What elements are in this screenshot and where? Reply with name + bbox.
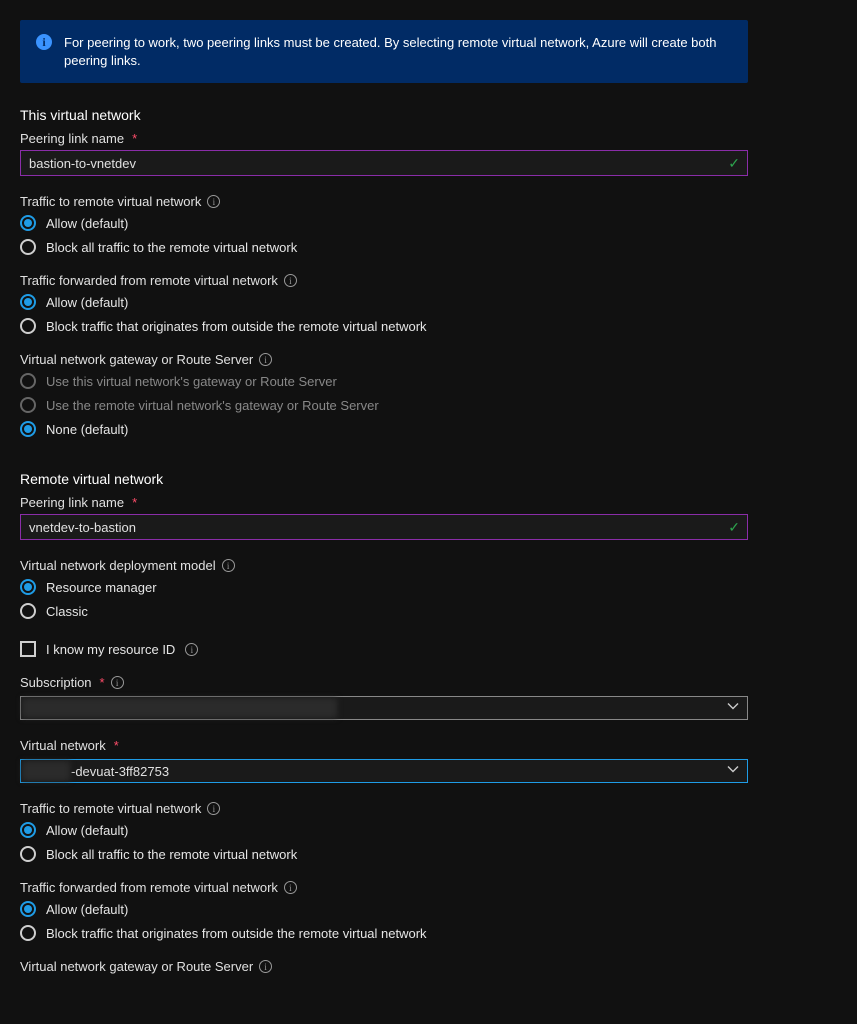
radio-icon (20, 373, 36, 389)
radio-label: Use this virtual network's gateway or Ro… (46, 374, 337, 389)
radio-label: Allow (default) (46, 823, 128, 838)
info-icon: i (36, 34, 52, 50)
label-subscription-text: Subscription (20, 675, 92, 690)
checkbox-know-resource-id[interactable]: I know my resource ID i (20, 641, 837, 657)
required-asterisk: * (132, 495, 137, 510)
label-peering-link-this-text: Peering link name (20, 131, 124, 146)
label-traffic-fwd-remote-text: Traffic forwarded from remote virtual ne… (20, 880, 278, 895)
help-icon[interactable]: i (259, 960, 272, 973)
redacted-region (22, 698, 337, 718)
section-remote-vnet-title: Remote virtual network (20, 471, 837, 487)
required-asterisk: * (132, 131, 137, 146)
help-icon[interactable]: i (111, 676, 124, 689)
help-icon[interactable]: i (284, 881, 297, 894)
radio-gateway-this-use-remote: Use the remote virtual network's gateway… (20, 397, 837, 413)
redacted-region (22, 761, 70, 781)
checkbox-label: I know my resource ID (46, 642, 175, 657)
dropdown-subscription[interactable] (20, 696, 748, 720)
radio-deploy-rm[interactable]: Resource manager (20, 579, 837, 595)
radio-label: Block traffic that originates from outsi… (46, 926, 427, 941)
label-deploy-model-text: Virtual network deployment model (20, 558, 216, 573)
input-peering-link-this[interactable] (20, 150, 748, 176)
radio-label: Block all traffic to the remote virtual … (46, 847, 297, 862)
label-peering-link-this: Peering link name * (20, 131, 837, 146)
dropdown-virtual-network[interactable]: -devuat-3ff82753 (20, 759, 748, 783)
radio-icon (20, 603, 36, 619)
radio-icon (20, 822, 36, 838)
label-subscription: Subscription * i (20, 675, 837, 690)
radio-label: Block all traffic to the remote virtual … (46, 240, 297, 255)
checkbox-icon (20, 641, 36, 657)
radio-label: Allow (default) (46, 902, 128, 917)
label-peering-link-remote-text: Peering link name (20, 495, 124, 510)
radio-label: Allow (default) (46, 216, 128, 231)
radio-traffic-to-remote-block[interactable]: Block all traffic to the remote virtual … (20, 846, 837, 862)
radio-icon (20, 579, 36, 595)
radio-icon (20, 239, 36, 255)
label-traffic-fwd-remote: Traffic forwarded from remote virtual ne… (20, 880, 837, 895)
radio-icon (20, 294, 36, 310)
section-this-vnet-title: This virtual network (20, 107, 837, 123)
help-icon[interactable]: i (185, 643, 198, 656)
radio-icon (20, 925, 36, 941)
radio-label: Use the remote virtual network's gateway… (46, 398, 379, 413)
radio-icon (20, 397, 36, 413)
required-asterisk: * (114, 738, 119, 753)
radio-deploy-classic[interactable]: Classic (20, 603, 837, 619)
label-deploy-model: Virtual network deployment model i (20, 558, 837, 573)
label-traffic-fwd-this-text: Traffic forwarded from remote virtual ne… (20, 273, 278, 288)
radio-icon (20, 421, 36, 437)
radio-traffic-fwd-remote-allow[interactable]: Allow (default) (20, 901, 837, 917)
label-traffic-to-this-text: Traffic to remote virtual network (20, 194, 201, 209)
label-gateway-remote-text: Virtual network gateway or Route Server (20, 959, 253, 974)
radio-label: Resource manager (46, 580, 157, 595)
radio-gateway-this-use-this: Use this virtual network's gateway or Ro… (20, 373, 837, 389)
help-icon[interactable]: i (284, 274, 297, 287)
radio-label: Allow (default) (46, 295, 128, 310)
radio-icon (20, 318, 36, 334)
label-gateway-this: Virtual network gateway or Route Server … (20, 352, 837, 367)
label-traffic-fwd-this: Traffic forwarded from remote virtual ne… (20, 273, 837, 288)
radio-label: Classic (46, 604, 88, 619)
label-gateway-remote: Virtual network gateway or Route Server … (20, 959, 837, 974)
radio-gateway-this-none[interactable]: None (default) (20, 421, 837, 437)
label-peering-link-remote: Peering link name * (20, 495, 837, 510)
required-asterisk: * (100, 675, 105, 690)
radio-icon (20, 215, 36, 231)
label-traffic-to-this: Traffic to remote virtual network i (20, 194, 837, 209)
dropdown-value: -devuat-3ff82753 (71, 764, 169, 779)
info-banner: i For peering to work, two peering links… (20, 20, 748, 83)
help-icon[interactable]: i (207, 802, 220, 815)
radio-traffic-fwd-remote-block[interactable]: Block traffic that originates from outsi… (20, 925, 837, 941)
radio-traffic-fwd-this-block[interactable]: Block traffic that originates from outsi… (20, 318, 837, 334)
label-virtual-network: Virtual network * (20, 738, 837, 753)
label-gateway-this-text: Virtual network gateway or Route Server (20, 352, 253, 367)
radio-traffic-to-this-allow[interactable]: Allow (default) (20, 215, 837, 231)
radio-icon (20, 846, 36, 862)
input-peering-link-remote[interactable] (20, 514, 748, 540)
label-virtual-network-text: Virtual network (20, 738, 106, 753)
help-icon[interactable]: i (222, 559, 235, 572)
check-icon: ✓ (728, 519, 740, 536)
help-icon[interactable]: i (259, 353, 272, 366)
info-banner-text: For peering to work, two peering links m… (64, 34, 732, 69)
radio-traffic-to-remote-allow[interactable]: Allow (default) (20, 822, 837, 838)
check-icon: ✓ (728, 155, 740, 172)
help-icon[interactable]: i (207, 195, 220, 208)
radio-traffic-fwd-this-allow[interactable]: Allow (default) (20, 294, 837, 310)
radio-icon (20, 901, 36, 917)
chevron-down-icon (727, 701, 739, 716)
chevron-down-icon (727, 764, 739, 779)
label-traffic-to-remote-text: Traffic to remote virtual network (20, 801, 201, 816)
label-traffic-to-remote: Traffic to remote virtual network i (20, 801, 837, 816)
radio-traffic-to-this-block[interactable]: Block all traffic to the remote virtual … (20, 239, 837, 255)
radio-label: Block traffic that originates from outsi… (46, 319, 427, 334)
radio-label: None (default) (46, 422, 128, 437)
